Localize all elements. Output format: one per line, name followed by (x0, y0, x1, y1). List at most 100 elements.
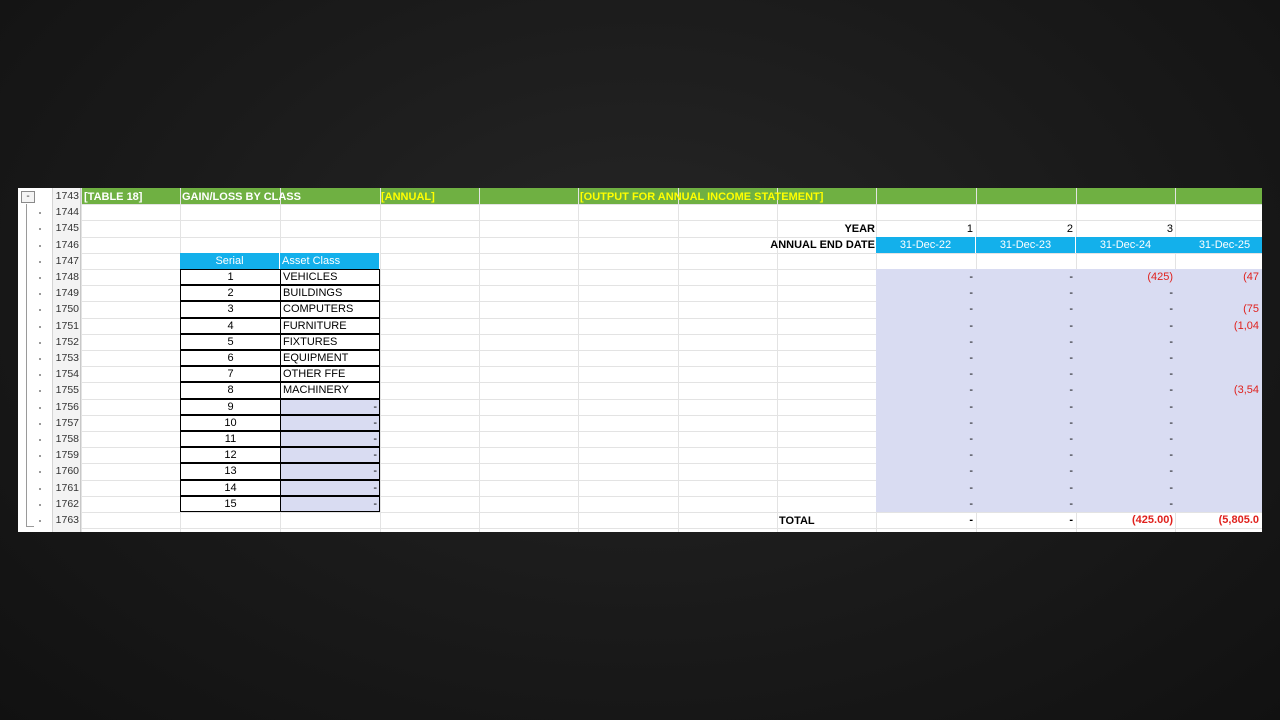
asset-class-cell[interactable]: FURNITURE (280, 317, 380, 334)
serial-cell[interactable]: 7 (180, 366, 281, 383)
row-number[interactable]: 1755 (53, 382, 79, 398)
total-cell[interactable]: (425.00) (1076, 512, 1176, 528)
value-cell[interactable]: - (976, 334, 1076, 350)
value-cell[interactable] (1175, 415, 1262, 431)
row-number[interactable]: 1751 (53, 318, 79, 334)
value-cell[interactable] (1175, 463, 1262, 479)
row-number[interactable]: 1759 (53, 447, 79, 463)
value-cell[interactable]: (425) (1076, 269, 1176, 285)
value-cell[interactable]: - (876, 447, 976, 463)
row-number[interactable]: 1762 (53, 496, 79, 512)
value-cell[interactable]: - (976, 318, 1076, 334)
year-label[interactable]: YEAR (777, 221, 875, 237)
table-label[interactable]: [TABLE 18] (84, 189, 180, 205)
value-cell[interactable]: - (1076, 285, 1176, 301)
asset-class-cell[interactable]: - (280, 495, 380, 512)
year-cell[interactable]: 2 (976, 221, 1073, 237)
end-date-header[interactable]: 31-Dec-25 (1175, 236, 1262, 253)
value-cell[interactable]: - (876, 318, 976, 334)
serial-cell[interactable]: 11 (180, 431, 281, 448)
row-number[interactable]: 1745 (53, 220, 79, 236)
total-cell[interactable]: - (976, 512, 1076, 528)
row-number[interactable]: 1746 (53, 237, 79, 253)
row-number[interactable]: 1753 (53, 350, 79, 366)
year-cell[interactable]: 1 (876, 221, 973, 237)
serial-cell[interactable]: 4 (180, 317, 281, 334)
row-number[interactable]: 1760 (53, 463, 79, 479)
annual-end-date-label[interactable]: ANNUAL END DATE (721, 237, 875, 253)
value-cell[interactable]: - (1076, 463, 1176, 479)
row-number[interactable]: 1763 (53, 512, 79, 528)
value-cell[interactable]: - (976, 285, 1076, 301)
value-cell[interactable]: - (1076, 415, 1176, 431)
value-cell[interactable]: - (976, 269, 1076, 285)
row-number[interactable]: 1754 (53, 366, 79, 382)
row-number[interactable]: 1747 (53, 253, 79, 269)
value-cell[interactable] (1175, 350, 1262, 366)
row-number[interactable]: 1748 (53, 269, 79, 285)
value-cell[interactable]: - (976, 350, 1076, 366)
row-number[interactable]: 1758 (53, 431, 79, 447)
serial-cell[interactable]: 14 (180, 479, 281, 496)
value-cell[interactable]: - (976, 496, 1076, 512)
value-cell[interactable] (1175, 496, 1262, 512)
serial-cell[interactable]: 6 (180, 350, 281, 367)
serial-cell[interactable]: 12 (180, 447, 281, 464)
asset-class-cell[interactable]: - (280, 447, 380, 464)
end-date-header[interactable]: 31-Dec-24 (1076, 236, 1176, 253)
value-cell[interactable]: - (876, 382, 976, 398)
end-date-header[interactable]: 31-Dec-23 (976, 236, 1076, 253)
value-cell[interactable]: - (876, 431, 976, 447)
value-cell[interactable] (1175, 431, 1262, 447)
serial-cell[interactable]: 3 (180, 301, 281, 318)
row-number[interactable]: 1761 (53, 480, 79, 496)
value-cell[interactable]: - (1076, 480, 1176, 496)
value-cell[interactable]: - (876, 496, 976, 512)
value-cell[interactable]: - (876, 350, 976, 366)
year-cell[interactable]: 3 (1076, 221, 1173, 237)
row-number[interactable]: 1750 (53, 301, 79, 317)
asset-class-cell[interactable]: OTHER FFE (280, 366, 380, 383)
value-cell[interactable]: - (1076, 447, 1176, 463)
serial-cell[interactable]: 9 (180, 398, 281, 415)
value-cell[interactable]: (75 (1175, 301, 1262, 317)
value-cell[interactable]: - (976, 382, 1076, 398)
asset-class-cell[interactable]: - (280, 414, 380, 431)
value-cell[interactable]: - (876, 366, 976, 382)
row-number[interactable]: 1749 (53, 285, 79, 301)
value-cell[interactable]: - (876, 269, 976, 285)
value-cell[interactable]: - (976, 415, 1076, 431)
serial-cell[interactable]: 8 (180, 382, 281, 399)
asset-class-cell[interactable]: EQUIPMENT (280, 350, 380, 367)
value-cell[interactable]: - (976, 431, 1076, 447)
asset-class-header[interactable]: Asset Class (280, 253, 380, 269)
serial-cell[interactable]: 5 (180, 333, 281, 350)
value-cell[interactable]: - (1076, 318, 1176, 334)
row-number[interactable]: 1756 (53, 399, 79, 415)
value-cell[interactable]: - (1076, 496, 1176, 512)
value-cell[interactable]: - (976, 447, 1076, 463)
asset-class-cell[interactable]: VEHICLES (280, 269, 380, 286)
serial-cell[interactable]: 15 (180, 495, 281, 512)
asset-class-cell[interactable]: - (280, 398, 380, 415)
value-cell[interactable] (1175, 447, 1262, 463)
asset-class-cell[interactable]: MACHINERY (280, 382, 380, 399)
value-cell[interactable]: - (976, 366, 1076, 382)
end-date-header[interactable]: 31-Dec-22 (876, 236, 976, 253)
value-cell[interactable]: (3,54 (1175, 382, 1262, 398)
row-number[interactable]: 1752 (53, 334, 79, 350)
outline-collapse-button[interactable]: - (21, 191, 35, 203)
value-cell[interactable]: (47 (1175, 269, 1262, 285)
period-label[interactable]: [ANNUAL] (381, 189, 577, 205)
output-note[interactable]: [OUTPUT FOR ANNUAL INCOME STATEMENT] (580, 189, 980, 205)
serial-cell[interactable]: 2 (180, 285, 281, 302)
asset-class-cell[interactable]: BUILDINGS (280, 285, 380, 302)
value-cell[interactable]: - (876, 415, 976, 431)
value-cell[interactable] (1175, 334, 1262, 350)
value-cell[interactable]: - (1076, 431, 1176, 447)
value-cell[interactable]: - (1076, 382, 1176, 398)
serial-header[interactable]: Serial (180, 253, 280, 269)
value-cell[interactable]: - (1076, 350, 1176, 366)
value-cell[interactable] (1175, 480, 1262, 496)
value-cell[interactable]: - (976, 480, 1076, 496)
